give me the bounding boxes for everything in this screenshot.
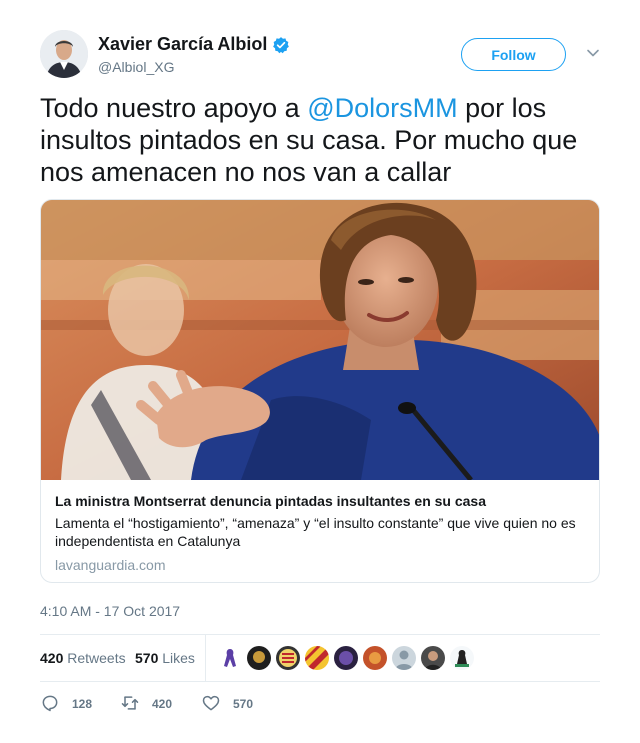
liker-avatar[interactable] [421, 646, 445, 670]
heart-icon [201, 693, 221, 716]
stats-divider [205, 635, 206, 682]
reply-button[interactable]: 128 [40, 692, 92, 716]
tweet-text: Todo nuestro apoyo a @DolorsMM por los i… [40, 92, 600, 188]
likes-label: Likes [162, 650, 195, 666]
like-button[interactable]: 570 [201, 692, 253, 716]
liker-avatar[interactable] [305, 646, 329, 670]
liker-avatar[interactable] [392, 646, 416, 670]
retweet-count: 420 [152, 697, 173, 711]
like-count: 570 [233, 697, 254, 711]
tweet-header: Xavier García Albiol @Albiol_XG Follow [40, 30, 600, 82]
verified-badge-icon [272, 36, 290, 54]
retweet-icon [120, 693, 140, 716]
card-body: La ministra Montserrat denuncia pintadas… [41, 480, 599, 574]
card-title[interactable]: La ministra Montserrat denuncia pintadas… [55, 492, 585, 510]
liker-avatar[interactable] [450, 646, 474, 670]
link-card[interactable]: La ministra Montserrat denuncia pintadas… [40, 199, 600, 583]
tweet-text-before: Todo nuestro apoyo a [40, 93, 308, 123]
liker-avatar[interactable] [247, 646, 271, 670]
author-name[interactable]: Xavier García Albiol [98, 34, 267, 55]
follow-button[interactable]: Follow [461, 38, 566, 71]
retweets-count: 420 [40, 650, 64, 666]
retweet-button[interactable]: 420 [120, 692, 172, 716]
likes-stat[interactable]: 570 Likes [135, 650, 195, 666]
likes-count: 570 [135, 650, 159, 666]
chevron-down-icon[interactable] [586, 46, 600, 60]
liker-avatar[interactable] [276, 646, 300, 670]
tweet-stats: 420 Retweets 570 Likes [40, 634, 600, 682]
liker-avatar[interactable] [334, 646, 358, 670]
author-handle[interactable]: @Albiol_XG [98, 59, 174, 75]
reply-count: 128 [72, 697, 93, 711]
mention-link[interactable]: @DolorsMM [307, 93, 457, 123]
retweets-stat[interactable]: 420 Retweets [40, 650, 126, 666]
tweet-timestamp[interactable]: 4:10 AM - 17 Oct 2017 [40, 603, 180, 619]
liker-avatar[interactable] [363, 646, 387, 670]
author-avatar[interactable] [40, 30, 88, 78]
tweet-actions: 128 420 570 [40, 692, 600, 716]
card-description: Lamenta el “hostigamiento”, “amenaza” y … [55, 515, 576, 549]
card-image[interactable] [41, 200, 599, 480]
reply-icon [40, 693, 60, 716]
card-domain: lavanguardia.com [55, 557, 166, 573]
retweets-label: Retweets [67, 650, 126, 666]
author-name-row[interactable]: Xavier García Albiol [98, 34, 290, 55]
liker-avatar[interactable] [218, 646, 242, 670]
